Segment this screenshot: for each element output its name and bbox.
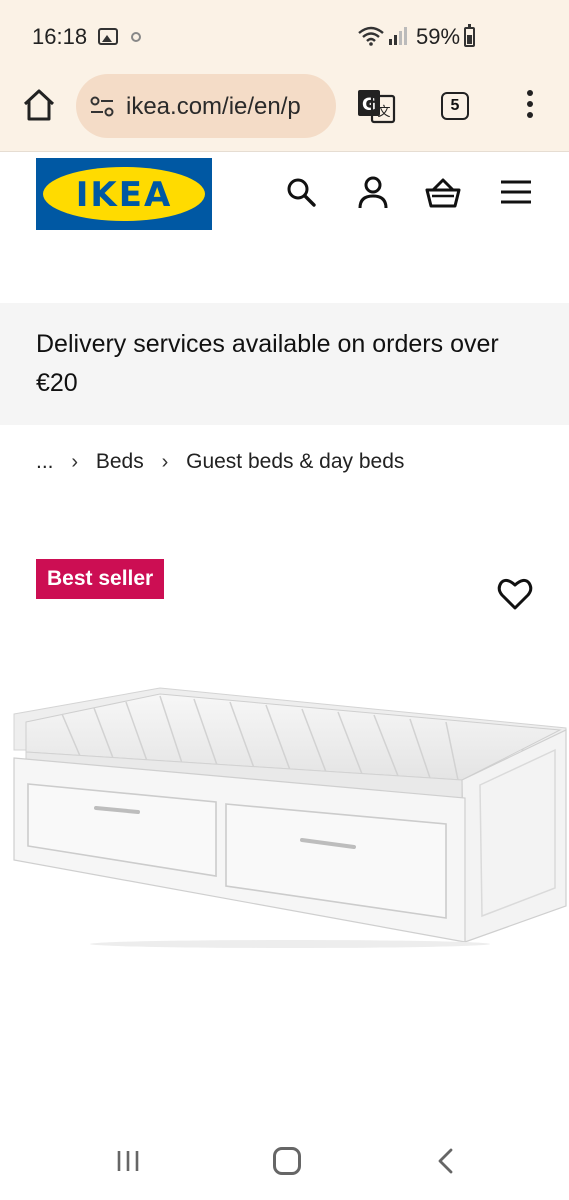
delivery-banner: Delivery services available on orders ov… [0,303,569,425]
status-time: 16:18 [32,24,88,49]
back-icon[interactable] [436,1148,456,1174]
breadcrumb-beds[interactable]: Beds [96,450,144,474]
breadcrumb: ... › Beds › Guest beds & day beds [36,450,404,474]
url-text: ikea.com/ie/en/p [126,93,301,120]
breadcrumb-guest-beds[interactable]: Guest beds & day beds [186,450,404,474]
wifi-icon [358,26,384,46]
url-bar[interactable]: ikea.com/ie/en/p [76,74,336,138]
search-icon[interactable] [283,174,319,210]
browser-chrome: 16:18 59% ikea.com/ie/en/p G 文 5 [0,0,569,152]
delivery-banner-text: Delivery services available on orders ov… [36,330,499,397]
browser-toolbar: ikea.com/ie/en/p G 文 5 [0,72,569,152]
svg-text:文: 文 [377,105,390,120]
status-bar: 16:18 59% [0,0,569,72]
favourite-heart-icon[interactable] [497,577,533,611]
hamburger-menu-icon[interactable] [498,174,534,210]
ikea-logo[interactable]: IKEA ® [36,158,212,230]
home-nav-icon[interactable] [273,1147,301,1175]
basket-icon[interactable] [425,174,461,210]
best-seller-badge: Best seller [36,559,165,599]
signal-icon [389,27,407,45]
svg-text:G: G [362,95,376,115]
battery-percent: 59% [416,24,461,49]
tab-count-button[interactable]: 5 [441,92,469,120]
product-image-day-bed[interactable] [10,680,569,950]
translate-icon[interactable]: G 文 [356,88,396,124]
site-settings-icon[interactable] [90,96,114,118]
system-nav-bar [0,1120,569,1200]
recent-apps-icon[interactable] [116,1150,140,1172]
browser-menu-icon[interactable] [523,90,537,122]
user-icon[interactable] [355,174,391,210]
battery-icon [464,24,475,47]
chevron-right-icon: › [71,450,79,473]
breadcrumb-ellipsis[interactable]: ... [36,450,54,474]
chevron-right-icon: › [161,450,169,473]
logo-text: IKEA [75,175,173,215]
notification-dot-icon [131,32,141,42]
home-icon[interactable] [20,86,58,124]
gallery-notification-icon [98,28,118,45]
